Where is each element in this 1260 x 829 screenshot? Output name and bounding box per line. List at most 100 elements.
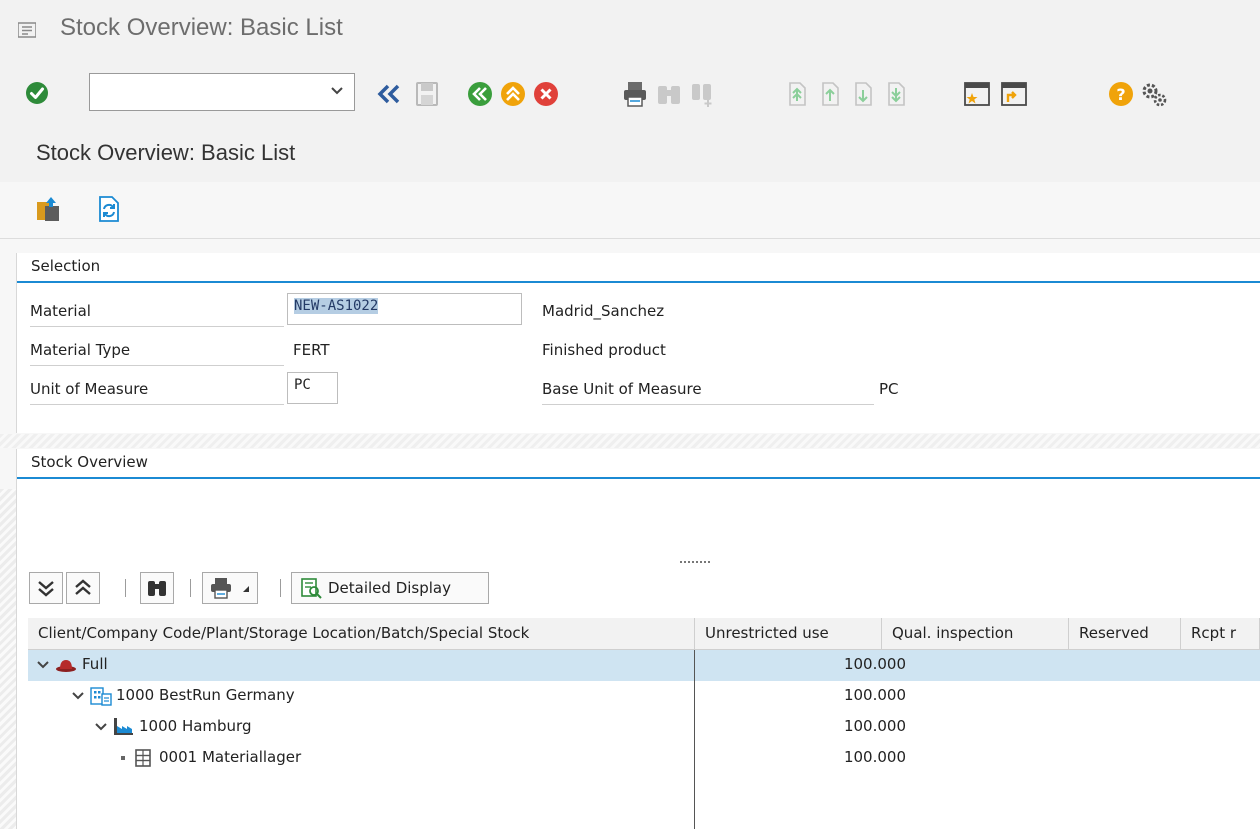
column-header-hierarchy[interactable]: Client/Company Code/Plant/Storage Locati…: [28, 618, 695, 650]
create-session-button[interactable]: [963, 80, 991, 108]
material-type-label: Material Type: [30, 336, 284, 366]
back-icon: [468, 82, 492, 106]
stock-overview-divider: [17, 477, 1260, 479]
chevron-down-icon[interactable]: [71, 690, 85, 702]
tree-empty-area: [28, 774, 1260, 829]
customize-layout-button[interactable]: [1140, 80, 1168, 108]
shortcut-icon: [1001, 82, 1027, 106]
checkmark-icon: [26, 82, 48, 104]
window-title-bar: Stock Overview: Basic List: [0, 0, 1260, 60]
last-page-button[interactable]: [884, 80, 908, 108]
uom-input[interactable]: PC: [287, 372, 338, 404]
unrestricted-value: 100.000: [843, 655, 906, 673]
help-button[interactable]: ?: [1108, 81, 1134, 107]
chevron-down-icon[interactable]: [36, 659, 50, 671]
hat-icon: [56, 660, 76, 672]
find-next-button[interactable]: [690, 80, 716, 108]
print-button[interactable]: [622, 80, 648, 108]
company-icon: [90, 687, 112, 706]
enter-button[interactable]: [25, 81, 49, 105]
base-uom-label: Base Unit of Measure: [542, 375, 874, 405]
material-type-description: Finished product: [542, 341, 666, 359]
left-border: [0, 489, 16, 829]
dropdown-triangle-icon: [243, 586, 249, 592]
cancel-icon: [534, 82, 558, 106]
detailed-display-label: Detailed Display: [328, 579, 451, 597]
unrestricted-value: 100.000: [843, 748, 906, 766]
new-window-icon: [964, 82, 990, 106]
material-type-value: FERT: [293, 341, 330, 359]
tree-row-plant[interactable]: 1000 Hamburg 100.000: [28, 712, 1260, 743]
chevron-down-icon[interactable]: [94, 721, 108, 733]
first-page-button[interactable]: [785, 80, 809, 108]
first-page-icon: [789, 82, 806, 106]
tree-column-divider: [694, 650, 695, 829]
command-field[interactable]: [89, 73, 355, 111]
clipboard-icon: [37, 197, 59, 221]
splitter-handle[interactable]: [680, 561, 710, 567]
screen-title: Stock Overview: Basic List: [36, 140, 296, 165]
tree-row-label: 1000 Hamburg: [139, 717, 252, 735]
window-title: Stock Overview: Basic List: [60, 14, 343, 41]
alv-find-button[interactable]: [140, 572, 174, 604]
tree-row-storage-location[interactable]: 0001 Materiallager 100.000: [28, 743, 1260, 774]
tree-row-label: 1000 BestRun Germany: [116, 686, 295, 704]
column-header-quality-inspection[interactable]: Qual. inspection: [882, 618, 1069, 650]
screen-title-bar: Stock Overview: Basic List: [0, 126, 1260, 182]
back-button[interactable]: [467, 81, 493, 107]
material-value: NEW-AS1022: [294, 298, 379, 314]
expand-command-button[interactable]: [374, 82, 404, 106]
toolbar-separator: [125, 579, 126, 597]
binoculars-icon: [148, 581, 166, 596]
material-description: Madrid_Sanchez: [542, 302, 665, 320]
gear-icon: [1142, 83, 1167, 107]
column-header-reserved[interactable]: Reserved: [1069, 618, 1181, 650]
svg-text:?: ?: [1116, 85, 1125, 104]
material-label: Material: [30, 297, 284, 327]
refresh-button[interactable]: [94, 194, 122, 224]
transfer-button[interactable]: [34, 195, 62, 223]
storage-icon: [135, 749, 151, 767]
column-header-receipt[interactable]: Rcpt r: [1181, 618, 1260, 650]
uom-label: Unit of Measure: [30, 375, 284, 405]
previous-page-button[interactable]: [818, 80, 842, 108]
expand-all-icon: [38, 581, 54, 597]
generate-shortcut-button[interactable]: [1000, 80, 1028, 108]
collapse-all-button[interactable]: [66, 572, 100, 604]
cancel-button[interactable]: [533, 81, 559, 107]
save-button[interactable]: [414, 80, 440, 108]
help-icon: ?: [1109, 82, 1133, 106]
section-divider: [0, 434, 1260, 448]
column-header-unrestricted[interactable]: Unrestricted use: [695, 618, 882, 650]
tree-row-full[interactable]: Full 100.000: [28, 650, 1260, 681]
toolbar-separator: [190, 579, 191, 597]
tree-row-label: 0001 Materiallager: [159, 748, 302, 766]
next-page-button[interactable]: [851, 80, 875, 108]
alv-print-button[interactable]: [202, 572, 258, 604]
selection-group-title: Selection: [31, 257, 101, 275]
factory-icon: [114, 718, 133, 735]
binoculars-icon: [658, 86, 680, 104]
double-chevron-left-icon: [377, 84, 400, 104]
collapse-all-icon: [75, 579, 91, 595]
expand-all-button[interactable]: [29, 572, 63, 604]
unrestricted-value: 100.000: [843, 717, 906, 735]
tree-row-label: Full: [82, 655, 108, 673]
menu-icon[interactable]: [18, 22, 36, 38]
selection-divider: [17, 281, 1260, 283]
detailed-display-button[interactable]: Detailed Display: [291, 572, 489, 604]
application-toolbar: [0, 182, 1260, 239]
next-page-icon: [855, 82, 872, 106]
tree-row-company-code[interactable]: 1000 BestRun Germany 100.000: [28, 681, 1260, 712]
exit-button[interactable]: [500, 81, 526, 107]
chevron-down-icon[interactable]: [330, 84, 344, 98]
find-next-icon: [692, 84, 712, 107]
unrestricted-value: 100.000: [843, 686, 906, 704]
save-icon: [416, 82, 438, 106]
find-button[interactable]: [656, 80, 682, 108]
uom-value: PC: [294, 377, 311, 393]
leaf-bullet-icon: [121, 756, 125, 760]
printer-icon: [624, 82, 646, 107]
material-input[interactable]: NEW-AS1022: [287, 293, 522, 325]
detail-view-icon: [301, 578, 322, 599]
